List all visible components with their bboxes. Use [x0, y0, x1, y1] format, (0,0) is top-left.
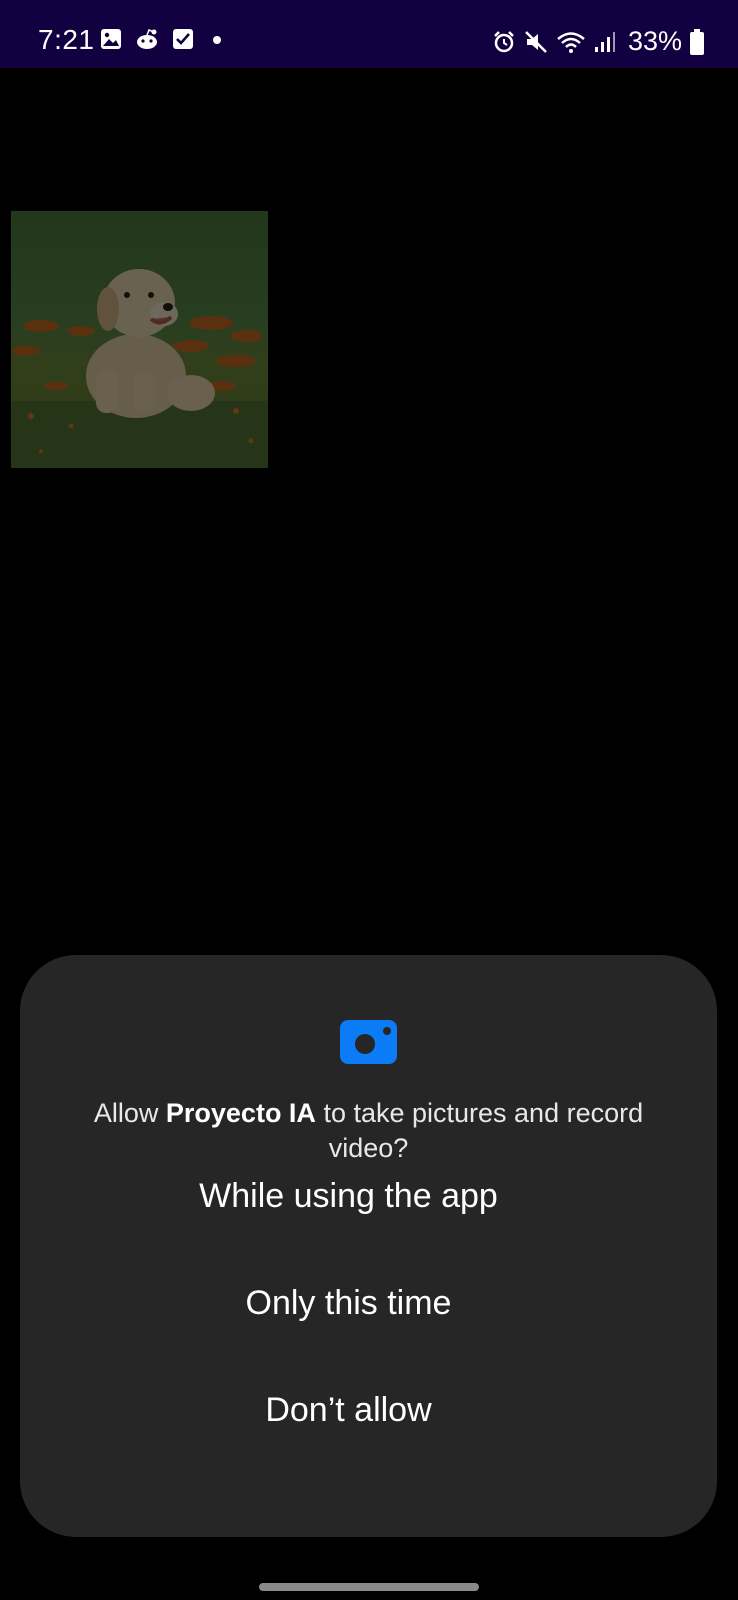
status-time: 7:21: [38, 24, 95, 55]
message-prefix: Allow: [93, 1098, 166, 1128]
battery-percent: 33%: [627, 26, 682, 56]
while-using-app-button[interactable]: While using the app: [0, 1151, 697, 1241]
screen: 7:21 33% Allow Proyecto IA to take pictu…: [0, 0, 738, 1600]
alarm-icon: [492, 30, 516, 54]
system-icons: 33%: [492, 26, 704, 57]
battery-icon: [690, 28, 704, 55]
dont-allow-button[interactable]: Don’t allow: [0, 1365, 697, 1455]
checkbox-icon: [172, 28, 194, 50]
mute-icon: [524, 30, 548, 54]
notification-icons: [100, 28, 228, 50]
gallery-icon: [100, 28, 122, 50]
only-this-time-button[interactable]: Only this time: [0, 1258, 697, 1348]
home-indicator[interactable]: [259, 1583, 479, 1591]
wifi-icon: [556, 30, 586, 54]
app-name: Proyecto IA: [165, 1098, 316, 1128]
reddit-icon: [134, 28, 160, 50]
status-bar: 7:21 33%: [0, 0, 738, 68]
camera-icon: [340, 1020, 397, 1064]
signal-icon: [594, 30, 616, 54]
dot-icon: [206, 28, 228, 50]
